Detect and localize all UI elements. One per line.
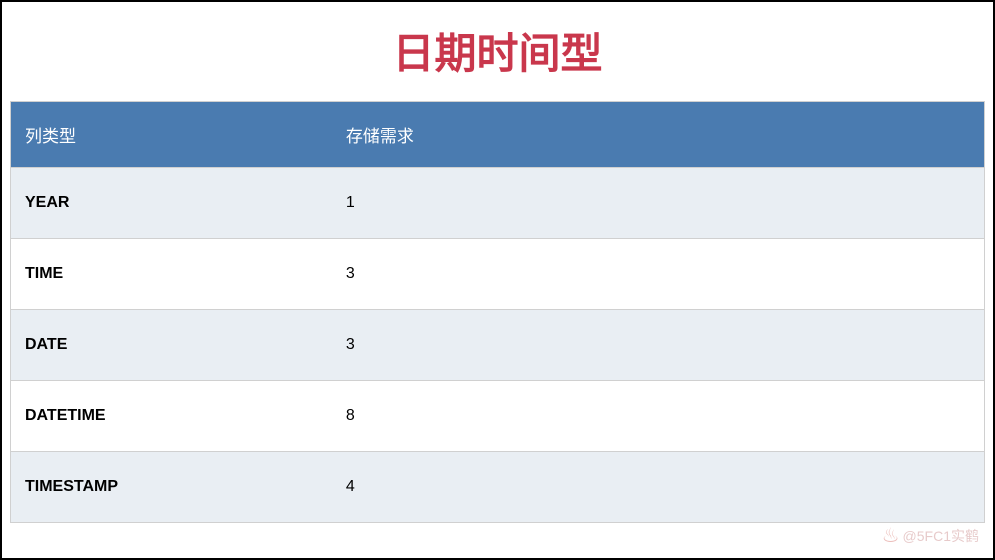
header-col-type: 列类型 [11, 102, 332, 168]
flame-icon: ♨ [882, 523, 900, 548]
cell-storage: 8 [332, 381, 985, 452]
page-title: 日期时间型 [2, 2, 993, 101]
cell-type: TIME [11, 239, 332, 310]
table-row: TIME 3 [11, 239, 985, 310]
slide-container: 日期时间型 列类型 存储需求 YEAR 1 TIME 3 DATE [2, 2, 993, 558]
header-col-storage: 存储需求 [332, 102, 985, 168]
cell-storage: 4 [332, 452, 985, 523]
cell-type: DATETIME [11, 381, 332, 452]
table-row: DATETIME 8 [11, 381, 985, 452]
cell-storage: 3 [332, 239, 985, 310]
data-types-table: 列类型 存储需求 YEAR 1 TIME 3 DATE 3 DATE [10, 101, 985, 523]
watermark: ♨ @5FC1实鹤 [882, 523, 979, 548]
cell-storage: 1 [332, 168, 985, 239]
cell-storage: 3 [332, 310, 985, 381]
cell-type: YEAR [11, 168, 332, 239]
table-row: DATE 3 [11, 310, 985, 381]
table-row: YEAR 1 [11, 168, 985, 239]
cell-type: TIMESTAMP [11, 452, 332, 523]
table-row: TIMESTAMP 4 [11, 452, 985, 523]
table-header-row: 列类型 存储需求 [11, 102, 985, 168]
watermark-text: @5FC1实鹤 [903, 526, 979, 546]
table-wrapper: 列类型 存储需求 YEAR 1 TIME 3 DATE 3 DATE [2, 101, 993, 523]
cell-type: DATE [11, 310, 332, 381]
